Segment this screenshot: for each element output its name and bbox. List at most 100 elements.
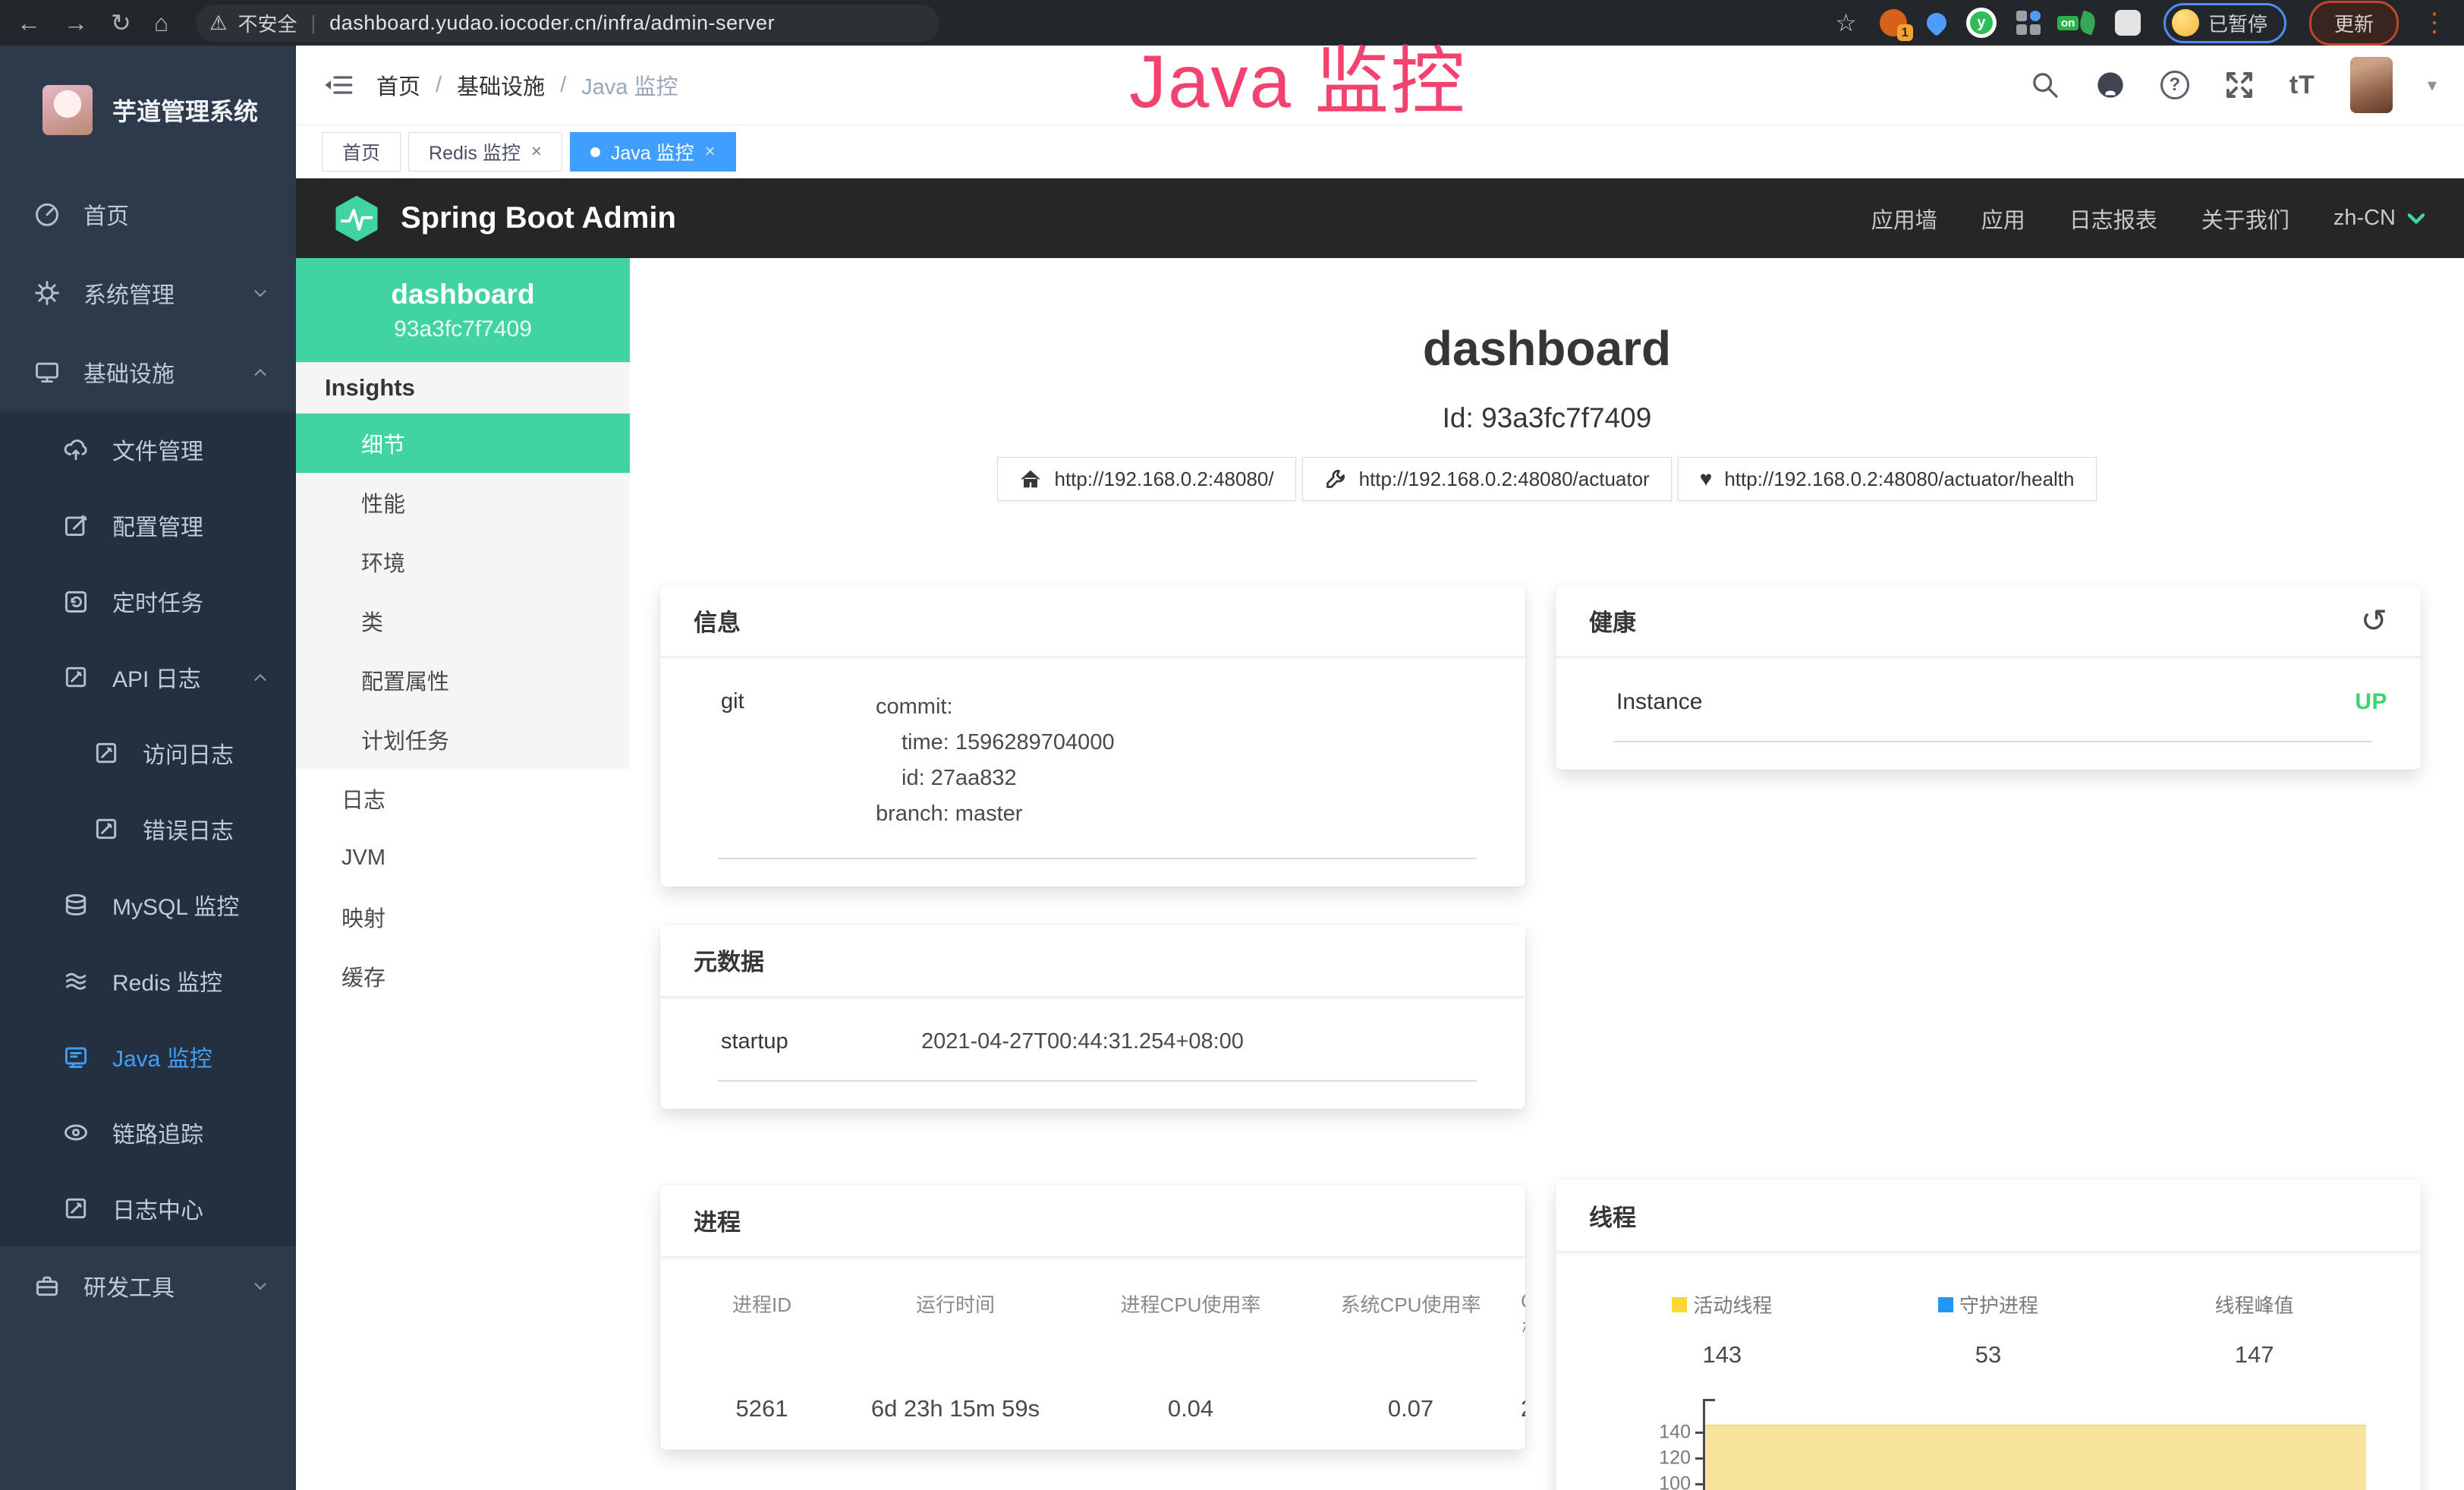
threads-card: 线程 活动线程 守护进程 线程峰值 143 53 bbox=[1556, 1180, 2421, 1490]
locale-selector[interactable]: zh-CN bbox=[2333, 206, 2428, 231]
bookmark-star-icon[interactable]: ☆ bbox=[1835, 8, 1857, 37]
metadata-card-title: 元数据 bbox=[660, 925, 1525, 997]
tab-redis-monitor[interactable]: Redis 监控 × bbox=[408, 132, 562, 172]
sidebar-item-access-log[interactable]: 访问日志 bbox=[0, 715, 296, 791]
sba-menu-mappings[interactable]: 映射 bbox=[296, 887, 630, 947]
divider bbox=[718, 858, 1477, 859]
forward-icon[interactable]: → bbox=[64, 11, 88, 35]
sba-menu-environment[interactable]: 环境 bbox=[296, 532, 630, 591]
sba-menu-scheduled-tasks[interactable]: 计划任务 bbox=[296, 710, 630, 769]
timer-icon bbox=[62, 587, 90, 615]
sba-nav-about[interactable]: 关于我们 bbox=[2201, 203, 2289, 235]
actuator-url-button[interactable]: http://192.168.0.2:48080/actuator bbox=[1302, 457, 1672, 501]
user-avatar[interactable] bbox=[2350, 57, 2393, 113]
sidebar-item-infra[interactable]: 基础设施 bbox=[0, 332, 296, 411]
sba-menu-jvm[interactable]: JVM bbox=[296, 828, 630, 887]
cpu-cores: 2 bbox=[1521, 1395, 1525, 1422]
sidebar-item-config[interactable]: 配置管理 bbox=[0, 487, 296, 563]
github-icon[interactable] bbox=[2095, 70, 2126, 100]
breadcrumb-current: Java 监控 bbox=[581, 69, 678, 101]
pin-extension-icon[interactable] bbox=[1927, 13, 1946, 33]
sidebar-item-java-monitor[interactable]: Java 监控 bbox=[0, 1019, 296, 1095]
cloud-upload-icon bbox=[62, 436, 90, 463]
extension-orange-icon[interactable]: 1 bbox=[1880, 9, 1907, 36]
mysql-database-icon bbox=[62, 891, 90, 918]
active-threads-legend-swatch bbox=[1672, 1297, 1687, 1312]
font-size-icon[interactable]: tT bbox=[2289, 71, 2315, 100]
sidebar-item-api-log[interactable]: API 日志 bbox=[0, 639, 296, 715]
sidebar-item-system[interactable]: 系统管理 bbox=[0, 254, 296, 332]
active-tab-dot bbox=[590, 147, 600, 157]
chevron-up-icon bbox=[250, 362, 270, 382]
metadata-key: startup bbox=[694, 1029, 921, 1054]
sidebar-item-log-center[interactable]: 日志中心 bbox=[0, 1170, 296, 1246]
user-menu-caret-icon[interactable]: ▾ bbox=[2428, 74, 2437, 96]
sidebar-item-mysql[interactable]: MySQL 监控 bbox=[0, 867, 296, 943]
sidebar-item-trace[interactable]: 链路追踪 bbox=[0, 1095, 296, 1170]
access-log-icon bbox=[93, 739, 120, 767]
close-icon[interactable]: × bbox=[705, 141, 716, 162]
daemon-threads-legend-swatch bbox=[1938, 1297, 1953, 1312]
dashboard-gauge-icon bbox=[33, 200, 61, 228]
app-sidebar: 芋道管理系统 首页 系统管理 基础设施 文件管理 bbox=[0, 46, 296, 1490]
sba-menu-metrics[interactable]: 性能 bbox=[296, 473, 630, 532]
breadcrumb-home[interactable]: 首页 bbox=[376, 69, 420, 101]
puzzle-extension-icon[interactable] bbox=[2115, 10, 2141, 36]
browser-menu-icon[interactable]: ⋮ bbox=[2422, 8, 2447, 38]
health-instance-label: Instance bbox=[1589, 689, 1702, 715]
sidebar-item-jobs[interactable]: 定时任务 bbox=[0, 563, 296, 639]
paused-badge[interactable]: 已暂停 bbox=[2163, 3, 2286, 43]
search-icon[interactable] bbox=[2030, 70, 2060, 100]
sba-menu-logs[interactable]: 日志 bbox=[296, 769, 630, 828]
screen: ← → ↻ ⌂ ⚠ 不安全 | dashboard.yudao.iocoder.… bbox=[0, 0, 2464, 1490]
sba-menu-classes[interactable]: 类 bbox=[296, 591, 630, 650]
breadcrumb: 首页 / 基础设施 / Java 监控 bbox=[376, 69, 678, 101]
fullscreen-icon[interactable] bbox=[2224, 70, 2255, 100]
browser-home-icon[interactable]: ⌂ bbox=[154, 11, 168, 35]
threads-chart: 140 120 100 bbox=[1589, 1399, 2387, 1490]
back-icon[interactable]: ← bbox=[17, 11, 41, 35]
close-icon[interactable]: × bbox=[531, 141, 542, 162]
eye-icon bbox=[62, 1119, 90, 1146]
address-bar[interactable]: ⚠ 不安全 | dashboard.yudao.iocoder.cn/infra… bbox=[196, 5, 939, 42]
health-url-button[interactable]: ♥ http://192.168.0.2:48080/actuator/heal… bbox=[1678, 457, 2097, 501]
sba-nav-journal[interactable]: 日志报表 bbox=[2069, 203, 2157, 235]
instance-id: Id: 93a3fc7f7409 bbox=[630, 402, 2464, 434]
info-value: commit: time: 1596289704000 id: 27aa832 … bbox=[876, 689, 1115, 832]
sidebar-item-devtools[interactable]: 研发工具 bbox=[0, 1246, 296, 1325]
security-label: 不安全 bbox=[238, 9, 297, 37]
chevron-up-icon bbox=[250, 667, 270, 687]
leaf-extension-icon[interactable] bbox=[2080, 12, 2095, 33]
sba-instance-header[interactable]: dashboard 93a3fc7f7409 bbox=[296, 258, 630, 362]
chevron-down-icon bbox=[2405, 207, 2428, 230]
url-text: dashboard.yudao.iocoder.cn/infra/admin-s… bbox=[329, 11, 775, 35]
reload-icon[interactable]: ↻ bbox=[111, 11, 131, 35]
sba-content: dashboard Id: 93a3fc7f7409 http://192.16… bbox=[630, 258, 2464, 1490]
tab-home[interactable]: 首页 bbox=[322, 132, 401, 172]
tab-java-monitor[interactable]: Java 监控 × bbox=[570, 132, 736, 172]
paused-label: 已暂停 bbox=[2208, 9, 2267, 37]
sba-menu-details[interactable]: 细节 bbox=[296, 414, 630, 473]
breadcrumb-infra[interactable]: 基础设施 bbox=[457, 69, 545, 101]
grid-extension-icon[interactable] bbox=[2016, 11, 2041, 35]
app-logo-block: 芋道管理系统 bbox=[0, 46, 296, 175]
service-url-button[interactable]: http://192.168.0.2:48080/ bbox=[997, 457, 1295, 501]
update-button[interactable]: 更新 bbox=[2309, 1, 2399, 46]
sidebar-item-home[interactable]: 首页 bbox=[0, 175, 296, 254]
briefcase-icon bbox=[33, 1272, 61, 1299]
sba-nav-wallboard[interactable]: 应用墙 bbox=[1871, 203, 1937, 235]
sidebar-item-redis[interactable]: Redis 监控 bbox=[0, 943, 296, 1019]
monitor-icon bbox=[33, 358, 61, 386]
sba-nav-applications[interactable]: 应用 bbox=[1981, 203, 2025, 235]
sidebar-item-error-log[interactable]: 错误日志 bbox=[0, 791, 296, 867]
sidebar-item-files[interactable]: 文件管理 bbox=[0, 411, 296, 487]
sba-menu-caches[interactable]: 缓存 bbox=[296, 947, 630, 1006]
sba-section-insights: Insights bbox=[296, 362, 630, 414]
health-card: 健康 ↺ Instance UP bbox=[1556, 584, 2421, 770]
sba-brand[interactable]: Spring Boot Admin bbox=[332, 194, 676, 243]
green-y-extension-icon[interactable]: y bbox=[1966, 8, 1997, 38]
sba-menu-configprops[interactable]: 配置属性 bbox=[296, 650, 630, 710]
history-icon[interactable]: ↺ bbox=[2361, 602, 2387, 639]
help-icon[interactable]: ? bbox=[2160, 71, 2189, 99]
fold-menu-icon[interactable] bbox=[323, 72, 354, 98]
